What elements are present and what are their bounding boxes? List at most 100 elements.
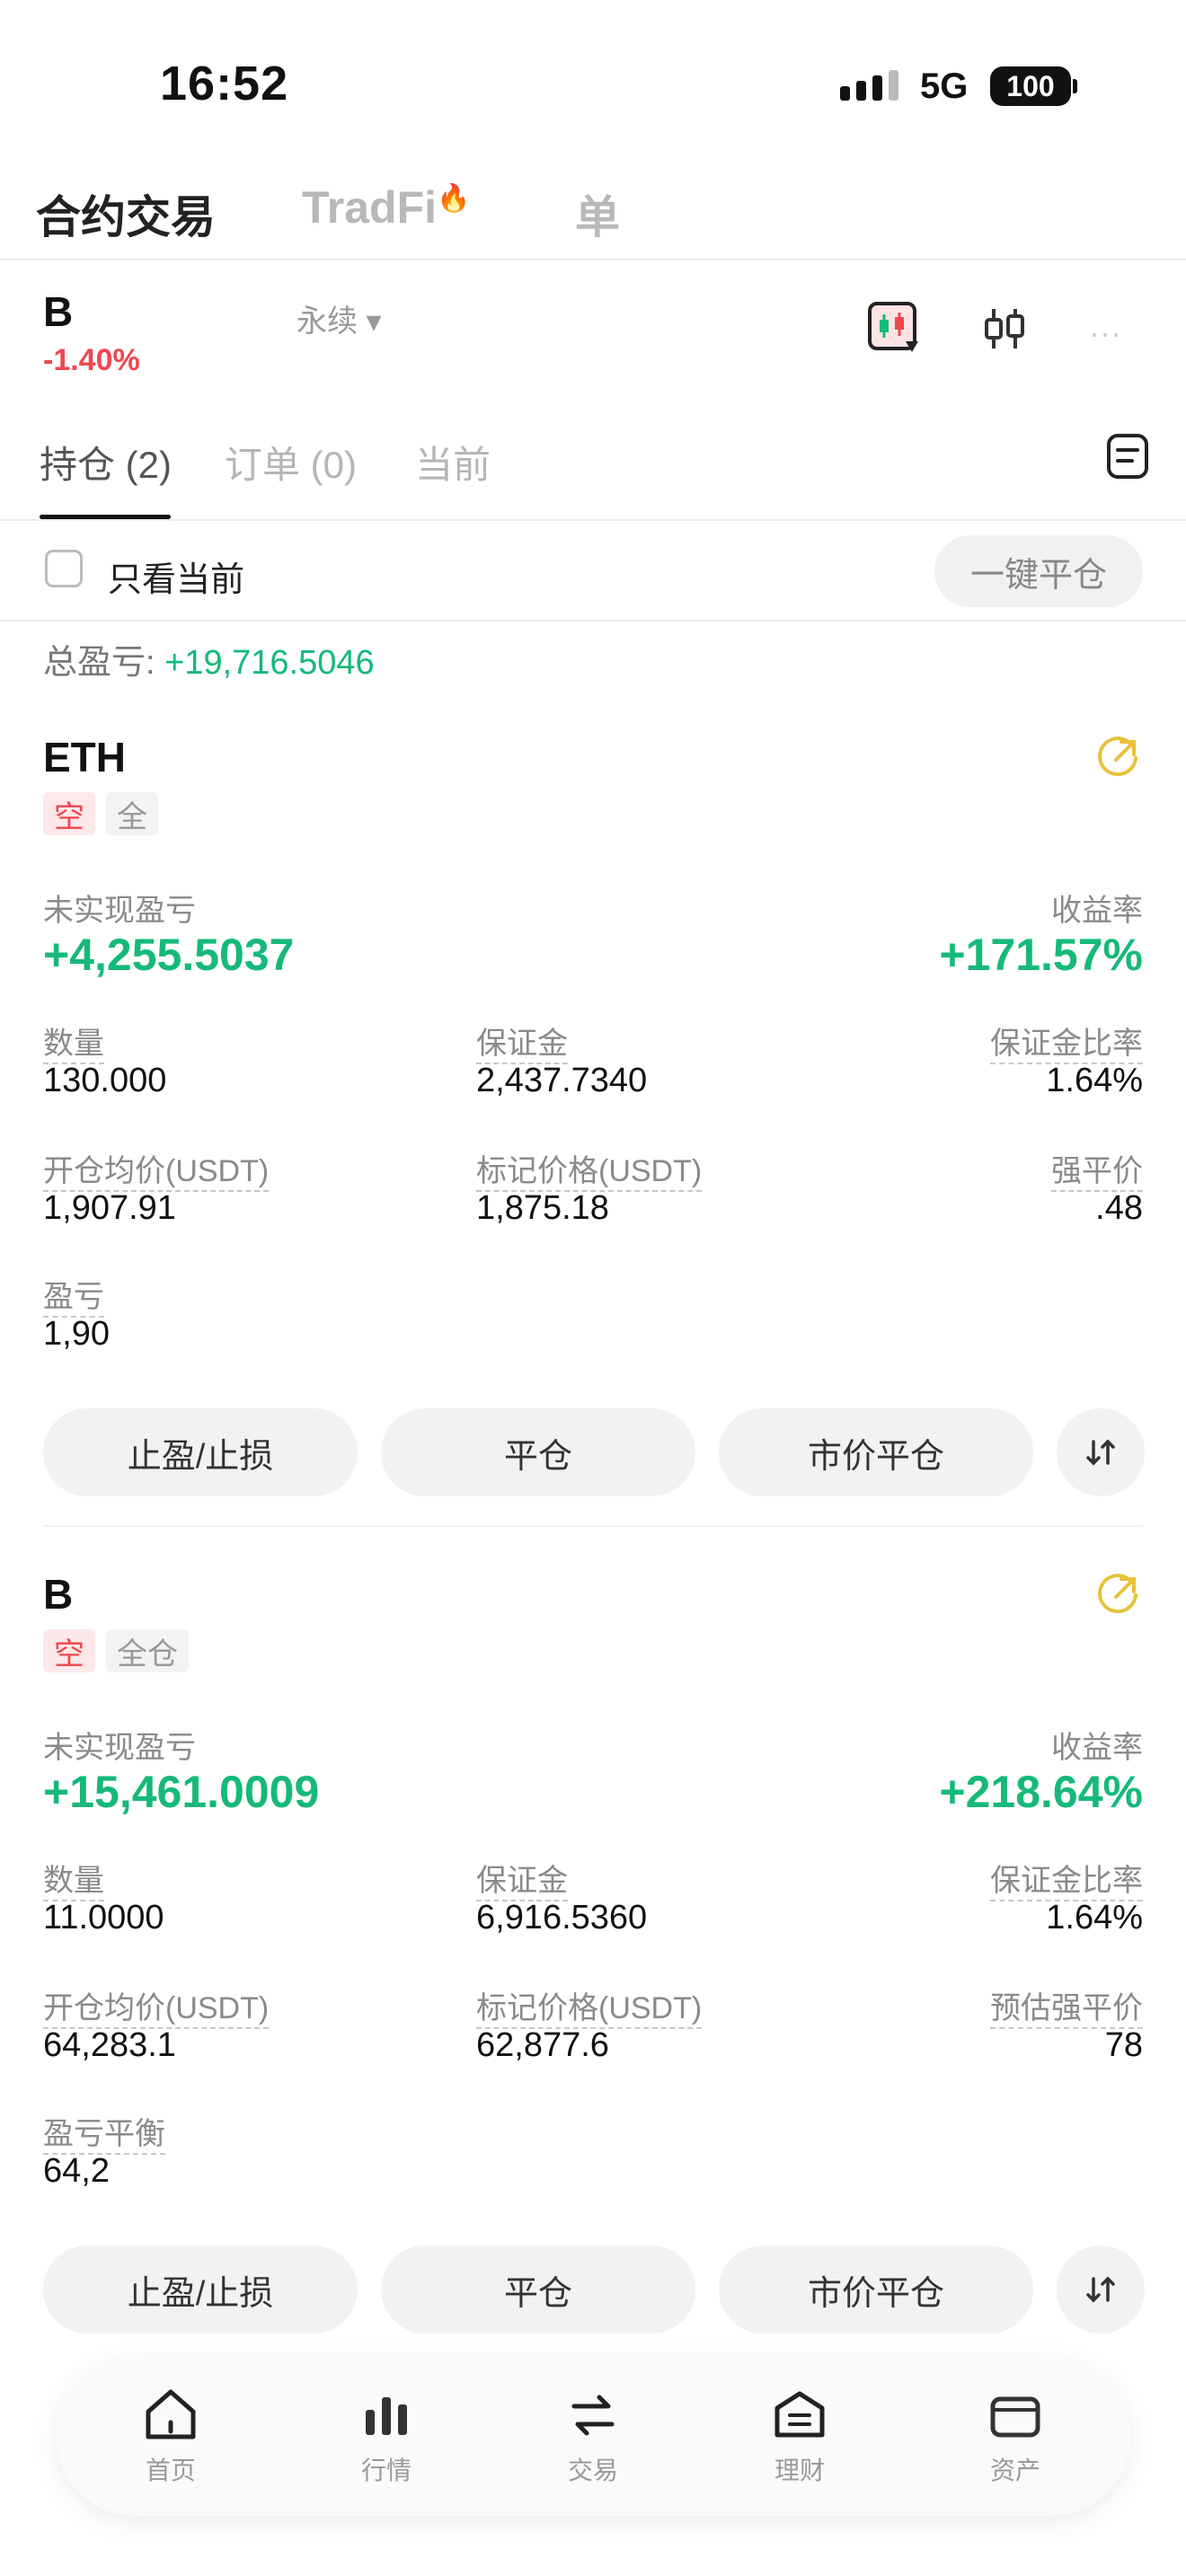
total-pnl-label: 总盈亏: (43, 644, 165, 682)
margin-ratio-value: 1.64% (1046, 1062, 1143, 1099)
order-history-icon[interactable] (1103, 429, 1152, 483)
nav-home[interactable]: 首页 (108, 2383, 234, 2500)
battery-icon: 100 (990, 66, 1071, 106)
clock: 16:52 (160, 57, 289, 110)
side-tag: 空 (43, 1629, 95, 1672)
nav-assets-label: 资产 (989, 2457, 1040, 2484)
roi-label: 收益率 (1051, 894, 1143, 928)
position-divider (43, 1525, 1143, 1527)
roi-value: +218.64% (939, 1767, 1143, 1817)
bottom-nav: 首页 行情 交易 理财 资产 (56, 2358, 1130, 2516)
entry-price-label: 开仓均价(USDT) (43, 1146, 270, 1192)
fire-icon: 🔥 (437, 183, 471, 214)
status-bar: 16:52 5G 100 (0, 0, 1186, 171)
reverse-icon[interactable] (1057, 1408, 1145, 1496)
position-card: B 空 全仓 未实现盈亏 收益率 +15,461.0009 +218.64% 数… (0, 1570, 1186, 2342)
pair-header: B 永续 ▾ -1.40% ··· (0, 269, 1186, 395)
more-icon[interactable]: ··· (1078, 314, 1132, 351)
mark-price-value: 1,875.18 (476, 1189, 609, 1227)
share-icon[interactable] (1093, 1570, 1143, 1625)
roi-value: +171.57% (939, 930, 1143, 980)
share-icon[interactable] (1093, 733, 1143, 788)
wallet-icon (990, 2396, 1040, 2438)
liq-price-label: 预估强平价 (990, 1983, 1143, 2029)
margin-label: 保证金 (476, 1856, 568, 1901)
total-pnl-value: +19,716.5046 (164, 644, 375, 682)
top-tabs: 合约交易 TradFi🔥 单 (0, 171, 1186, 260)
qty-label: 数量 (43, 1019, 104, 1064)
mark-price-value: 62,877.6 (476, 2026, 609, 2064)
entry-price-value: 1,907.91 (43, 1189, 176, 1227)
close-button[interactable]: 平仓 (381, 2245, 695, 2333)
liq-price-label: 强平价 (1051, 1146, 1143, 1192)
breakeven-label: 盈亏平衡 (43, 2109, 165, 2155)
nav-earn[interactable]: 理财 (737, 2383, 863, 2500)
nav-trade[interactable]: 交易 (530, 2383, 656, 2500)
network-type: 5G (920, 66, 969, 106)
candlestick-icon[interactable] (978, 302, 1031, 356)
nav-trade-label: 交易 (567, 2457, 618, 2484)
nav-assets[interactable]: 资产 (952, 2383, 1078, 2500)
position-symbol[interactable]: ETH (43, 733, 126, 781)
tpsl-button[interactable]: 止盈/止损 (43, 2245, 358, 2333)
pair-name[interactable]: B (43, 287, 73, 336)
tab-positions[interactable]: 持仓 (2) (40, 435, 172, 490)
mark-price-label: 标记价格(USDT) (476, 1983, 703, 2029)
only-current-checkbox[interactable] (45, 550, 83, 587)
caret-down-icon: ▾ (366, 304, 382, 339)
close-button[interactable]: 平仓 (381, 1408, 695, 1496)
tab-current[interactable]: 当前 (415, 435, 491, 490)
pair-change: -1.40% (43, 343, 140, 377)
qty-value: 130.000 (43, 1062, 167, 1099)
trade-icon (571, 2395, 615, 2436)
position-card: ETH 空 全 未实现盈亏 收益率 +4,255.5037 +171.57% 数… (0, 733, 1186, 1505)
margin-ratio-label: 保证金比率 (990, 1019, 1143, 1064)
market-icon (366, 2397, 407, 2435)
qty-label: 数量 (43, 1856, 104, 1901)
market-close-button[interactable]: 市价平仓 (719, 1408, 1033, 1496)
tab-tradfi[interactable]: TradFi🔥 (302, 181, 470, 234)
liq-price-value: .48 (1095, 1189, 1143, 1227)
nav-market-label: 行情 (360, 2457, 412, 2484)
only-current-label[interactable]: 只看当前 (108, 551, 244, 601)
margin-ratio-label: 保证金比率 (990, 1856, 1143, 1901)
signal-icon (840, 70, 898, 101)
battery-tip (1073, 79, 1077, 93)
position-symbol[interactable]: B (43, 1570, 73, 1619)
reverse-icon[interactable] (1057, 2245, 1145, 2333)
breakeven-value: 64,2 (43, 2152, 110, 2190)
filter-row: 只看当前 一键平仓 (0, 523, 1186, 622)
margin-mode-tag: 全仓 (106, 1629, 189, 1672)
roi-label: 收益率 (1051, 1731, 1143, 1765)
tab-futures[interactable]: 合约交易 (36, 181, 216, 246)
pair-type[interactable]: 永续 ▾ (296, 296, 382, 340)
battery-level: 100 (1006, 69, 1055, 102)
tab-other[interactable]: 单 (575, 181, 620, 246)
kline-chart-icon[interactable] (864, 298, 924, 357)
tab-orders[interactable]: 订单 (0) (225, 435, 357, 490)
close-all-button[interactable]: 一键平仓 (934, 535, 1143, 607)
nav-market[interactable]: 行情 (323, 2383, 449, 2500)
qty-value: 11.0000 (43, 1899, 164, 1936)
margin-ratio-value: 1.64% (1046, 1899, 1143, 1936)
nav-home-label: 首页 (145, 2457, 196, 2484)
active-tab-indicator (40, 515, 171, 519)
side-tag: 空 (43, 792, 95, 835)
liq-price-value: 78 (1104, 2026, 1143, 2064)
position-tabs: 持仓 (2) 订单 (0) 当前 (0, 404, 1186, 521)
breakeven-value: 1,90 (43, 1315, 110, 1353)
position-actions: 止盈/止损 平仓 市价平仓 (0, 2245, 1186, 2333)
pair-type-label: 永续 (296, 304, 358, 339)
breakeven-label: 盈亏 (43, 1272, 104, 1318)
entry-price-value: 64,283.1 (43, 2026, 176, 2064)
margin-value: 6,916.5360 (476, 1899, 648, 1936)
unrealized-pnl-value: +4,255.5037 (43, 930, 295, 980)
tab-tradfi-label: TradFi (302, 182, 438, 233)
unrealized-pnl-value: +15,461.0009 (43, 1767, 320, 1817)
unrealized-pnl-label: 未实现盈亏 (43, 1731, 196, 1765)
earn-icon (774, 2391, 825, 2438)
tpsl-button[interactable]: 止盈/止损 (43, 1408, 358, 1496)
margin-label: 保证金 (476, 1019, 568, 1064)
margin-mode-tag: 全 (106, 792, 158, 835)
market-close-button[interactable]: 市价平仓 (719, 2245, 1033, 2333)
